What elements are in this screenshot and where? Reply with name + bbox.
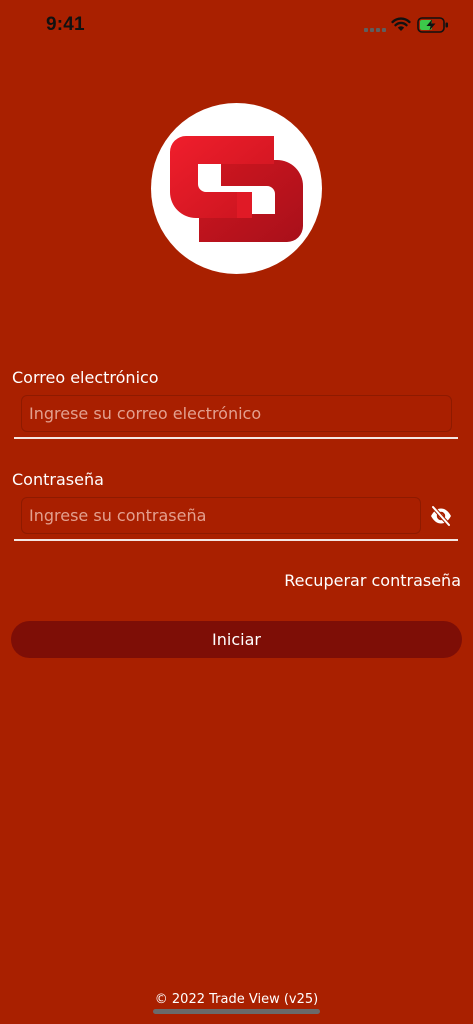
- login-button[interactable]: Iniciar: [11, 621, 462, 658]
- email-label: Correo electrónico: [12, 368, 159, 387]
- footer-copyright: © 2022 Trade View (v25): [154, 992, 319, 1007]
- battery-charging-icon: [417, 17, 448, 33]
- eye-off-icon[interactable]: [429, 505, 453, 527]
- password-input[interactable]: [21, 497, 421, 534]
- signal-icon: [364, 28, 386, 32]
- password-underline: [14, 539, 458, 541]
- email-underline: [14, 437, 458, 439]
- status-bar: 9:41: [0, 0, 473, 52]
- wifi-icon: [391, 17, 411, 31]
- brand-logo: [151, 103, 322, 274]
- brand-logo-icon: [170, 136, 303, 242]
- status-time: 9:41: [46, 14, 85, 35]
- recover-password-link[interactable]: Recuperar contraseña: [284, 571, 461, 590]
- home-indicator: [153, 1009, 320, 1014]
- email-input[interactable]: [21, 395, 452, 432]
- password-label: Contraseña: [12, 470, 104, 489]
